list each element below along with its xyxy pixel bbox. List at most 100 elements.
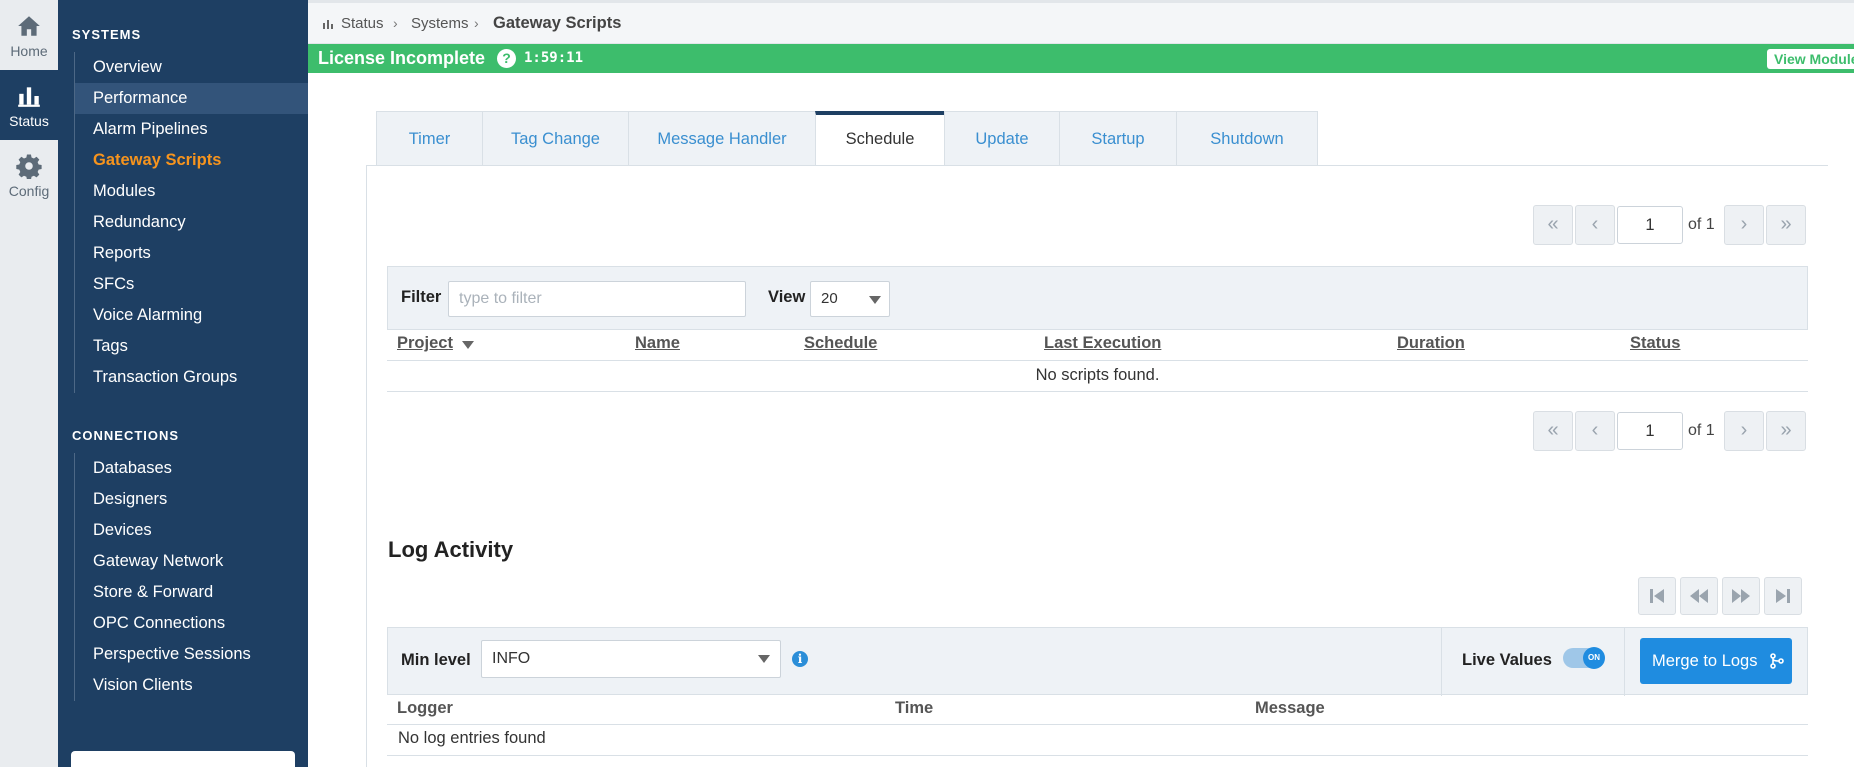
column-logger: Logger [397, 699, 453, 717]
rewind-icon [1690, 589, 1708, 603]
sidebar: SYSTEMS Overview Performance Alarm Pipel… [58, 0, 308, 767]
pager-last-button[interactable]: » [1766, 411, 1806, 451]
app-root: Home Status Config SYSTEMS Overview Perf… [0, 0, 1854, 767]
sidebar-item-gateway-network[interactable]: Gateway Network [75, 546, 308, 577]
skip-last-icon [1776, 589, 1790, 603]
sidebar-item-devices[interactable]: Devices [75, 515, 308, 546]
sidebar-item-performance[interactable]: Performance [75, 83, 308, 114]
column-message: Message [1255, 699, 1325, 717]
pager-last-button[interactable]: » [1766, 205, 1806, 245]
gear-icon [16, 154, 42, 179]
license-timer: 1:59:11 [524, 50, 584, 66]
sidebar-item-gateway-scripts[interactable]: Gateway Scripts [75, 145, 308, 176]
view-modules-button[interactable]: View Modules [1767, 49, 1854, 69]
sidebar-item-designers[interactable]: Designers [75, 484, 308, 515]
pager-page-input[interactable]: 1 [1617, 412, 1683, 450]
pager-prev-button[interactable]: ‹ [1575, 205, 1615, 245]
rail-home-label: Home [10, 43, 48, 59]
breadcrumb-systems[interactable]: Systems [411, 15, 469, 32]
connections-nav: Databases Designers Devices Gateway Netw… [74, 453, 308, 701]
rail-home[interactable]: Home [0, 0, 58, 70]
merge-to-logs-button[interactable]: Merge to Logs [1640, 638, 1792, 684]
scripts-empty-message: No scripts found. [387, 362, 1808, 392]
tab-shutdown[interactable]: Shutdown [1176, 111, 1318, 166]
home-icon [18, 16, 40, 36]
pager-first-button[interactable]: « [1533, 411, 1573, 451]
info-icon[interactable]: i [792, 651, 808, 667]
tab-timer[interactable]: Timer [376, 111, 483, 166]
caret-down-icon [758, 655, 770, 663]
page-title: Gateway Scripts [493, 14, 622, 32]
column-duration[interactable]: Duration [1397, 334, 1465, 353]
bar-chart-icon [18, 87, 40, 107]
tab-message-handler[interactable]: Message Handler [628, 111, 816, 166]
status-bar-chart-icon [323, 20, 333, 29]
view-count-value: 20 [821, 290, 838, 307]
divider [387, 755, 1808, 756]
min-level-value: INFO [492, 650, 531, 667]
fast-forward-icon [1732, 589, 1750, 603]
merge-icon [1770, 653, 1784, 669]
log-first-button[interactable] [1638, 577, 1676, 615]
column-schedule[interactable]: Schedule [804, 334, 877, 353]
sidebar-item-redundancy[interactable]: Redundancy [75, 207, 308, 238]
license-status-text: License Incomplete [318, 48, 486, 68]
column-time: Time [895, 699, 934, 717]
sidebar-item-tags[interactable]: Tags [75, 331, 308, 362]
sidebar-search-box[interactable] [71, 751, 295, 767]
pager-next-button[interactable]: › [1724, 205, 1764, 245]
help-icon[interactable]: ? [497, 49, 516, 68]
rail-status-label: Status [9, 113, 49, 129]
min-level-select[interactable]: INFO [481, 640, 781, 678]
sidebar-item-opc-connections[interactable]: OPC Connections [75, 608, 308, 639]
pager-total: of 1 [1688, 216, 1715, 233]
live-values-label: Live Values [1462, 651, 1552, 669]
rail-config[interactable]: Config [0, 140, 58, 210]
tab-schedule[interactable]: Schedule [815, 111, 945, 166]
divider [1624, 628, 1625, 696]
filter-input[interactable]: type to filter [448, 281, 746, 317]
sidebar-item-reports[interactable]: Reports [75, 238, 308, 269]
filter-label: Filter [401, 288, 442, 306]
pager-total: of 1 [1688, 422, 1715, 439]
log-fast-forward-button[interactable] [1722, 577, 1760, 615]
skip-first-icon [1650, 589, 1664, 603]
column-project[interactable]: Project [397, 334, 453, 353]
view-count-select[interactable]: 20 [810, 281, 890, 317]
pager-prev-button[interactable]: ‹ [1575, 411, 1615, 451]
tab-startup[interactable]: Startup [1059, 111, 1177, 166]
pager-page-input[interactable]: 1 [1617, 206, 1683, 244]
breadcrumb: Status › Systems › Gateway Scripts [308, 0, 1854, 44]
breadcrumb-status[interactable]: Status [341, 15, 384, 32]
sidebar-item-vision-clients[interactable]: Vision Clients [75, 670, 308, 701]
log-controls-bar: Min level INFO i Live Values ON Merge to… [387, 627, 1808, 696]
rail-status[interactable]: Status [0, 70, 58, 140]
rail-config-label: Config [8, 183, 50, 199]
column-name[interactable]: Name [635, 334, 680, 353]
sidebar-item-overview[interactable]: Overview [75, 52, 308, 83]
tab-tag-change[interactable]: Tag Change [482, 111, 629, 166]
log-empty-message: No log entries found [398, 729, 546, 747]
min-level-label: Min level [401, 651, 471, 669]
sidebar-item-store-forward[interactable]: Store & Forward [75, 577, 308, 608]
sidebar-item-perspective-sessions[interactable]: Perspective Sessions [75, 639, 308, 670]
license-banner: License Incomplete ? 1:59:11 View Module… [308, 44, 1854, 73]
systems-nav: Overview Performance Alarm Pipelines Gat… [74, 52, 308, 393]
pager-next-button[interactable]: › [1724, 411, 1764, 451]
log-activity-title: Log Activity [388, 537, 514, 562]
tab-update[interactable]: Update [944, 111, 1060, 166]
sidebar-item-alarm-pipelines[interactable]: Alarm Pipelines [75, 114, 308, 145]
log-last-button[interactable] [1764, 577, 1802, 615]
sidebar-item-modules[interactable]: Modules [75, 176, 308, 207]
log-rewind-button[interactable] [1680, 577, 1718, 615]
pager-first-button[interactable]: « [1533, 205, 1573, 245]
icon-rail: Home Status Config [0, 0, 58, 767]
sidebar-item-databases[interactable]: Databases [75, 453, 308, 484]
sidebar-item-voice-alarming[interactable]: Voice Alarming [75, 300, 308, 331]
sort-desc-icon [462, 341, 474, 349]
column-status[interactable]: Status [1630, 334, 1680, 353]
sidebar-item-transaction-groups[interactable]: Transaction Groups [75, 362, 308, 393]
live-values-toggle[interactable]: ON [1563, 647, 1605, 669]
column-last-execution[interactable]: Last Execution [1044, 334, 1161, 353]
sidebar-item-sfcs[interactable]: SFCs [75, 269, 308, 300]
